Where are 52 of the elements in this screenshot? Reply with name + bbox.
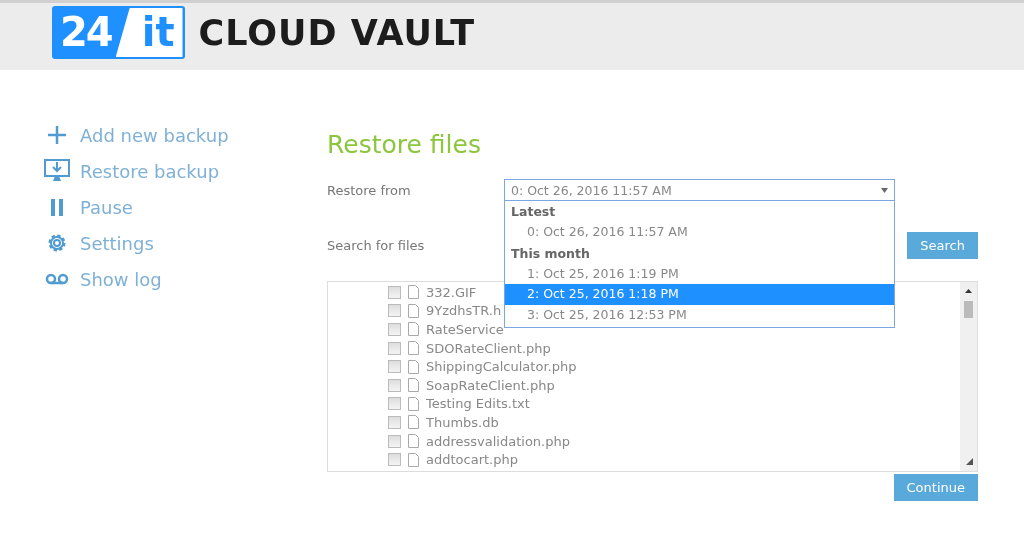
search-label: Search for files	[327, 238, 426, 253]
file-icon	[408, 415, 419, 430]
checkbox[interactable]	[388, 397, 401, 411]
file-name[interactable]: addressvalidation.php	[426, 433, 570, 449]
file-name[interactable]: 332.GIF	[426, 284, 477, 300]
search-button[interactable]: Search	[907, 232, 978, 259]
option-group-label: Latest	[510, 203, 557, 221]
logo: 24 it	[52, 6, 185, 59]
file-name[interactable]: Thumbs.db	[426, 414, 499, 430]
file-name[interactable]: addtocart.php	[426, 452, 518, 468]
sidebar-item[interactable]: Restore backup	[44, 158, 327, 184]
checkbox[interactable]	[388, 285, 401, 299]
file-icon	[408, 396, 419, 411]
checkbox[interactable]	[388, 323, 401, 336]
page-title: Restore files	[327, 130, 482, 159]
sidebar-item[interactable]: Show log	[44, 266, 327, 292]
file-name[interactable]: RateService	[426, 322, 504, 337]
option-group-label: This month	[510, 244, 591, 263]
voicemail-icon	[45, 273, 69, 285]
caret-icon	[881, 187, 888, 193]
scrollbar[interactable]	[960, 282, 977, 471]
file-name[interactable]: 9YzdhsTR.h	[426, 303, 502, 319]
checkbox[interactable]	[388, 434, 401, 448]
file-icon	[408, 378, 419, 393]
app-title: CLOUD VAULT	[198, 12, 476, 53]
restore-from-label: Restore from	[327, 182, 412, 198]
checkbox[interactable]	[388, 378, 401, 392]
plus-icon	[47, 125, 67, 145]
file-icon	[408, 285, 419, 300]
file-icon	[408, 452, 419, 467]
checkbox[interactable]	[388, 360, 401, 374]
checkbox[interactable]	[388, 304, 401, 318]
settings-icon	[46, 232, 68, 254]
file-icon	[408, 341, 419, 356]
checkbox[interactable]	[388, 453, 401, 467]
monitor-download-icon	[44, 159, 70, 183]
file-name[interactable]: SoapRateClient.php	[426, 377, 555, 393]
file-icon	[408, 303, 419, 318]
dropdown-option[interactable]: 2: Oct 25, 2016 1:18 PM	[505, 284, 894, 305]
checkbox[interactable]	[388, 341, 401, 355]
sidebar-item[interactable]: Settings	[44, 230, 327, 256]
pause-icon	[51, 198, 63, 216]
sidebar-item[interactable]: Add new backup	[44, 122, 327, 148]
file-icon	[408, 434, 419, 449]
file-icon	[408, 359, 419, 374]
file-icon	[408, 322, 419, 337]
file-name[interactable]: Testing Edits.txt	[426, 396, 530, 412]
file-name[interactable]: ShippingCalculator.php	[426, 359, 577, 375]
sidebar-item[interactable]: Pause	[44, 194, 327, 220]
file-name[interactable]: SDORateClient.php	[426, 340, 551, 356]
checkbox[interactable]	[388, 415, 401, 429]
continue-button[interactable]: Continue	[893, 474, 978, 501]
